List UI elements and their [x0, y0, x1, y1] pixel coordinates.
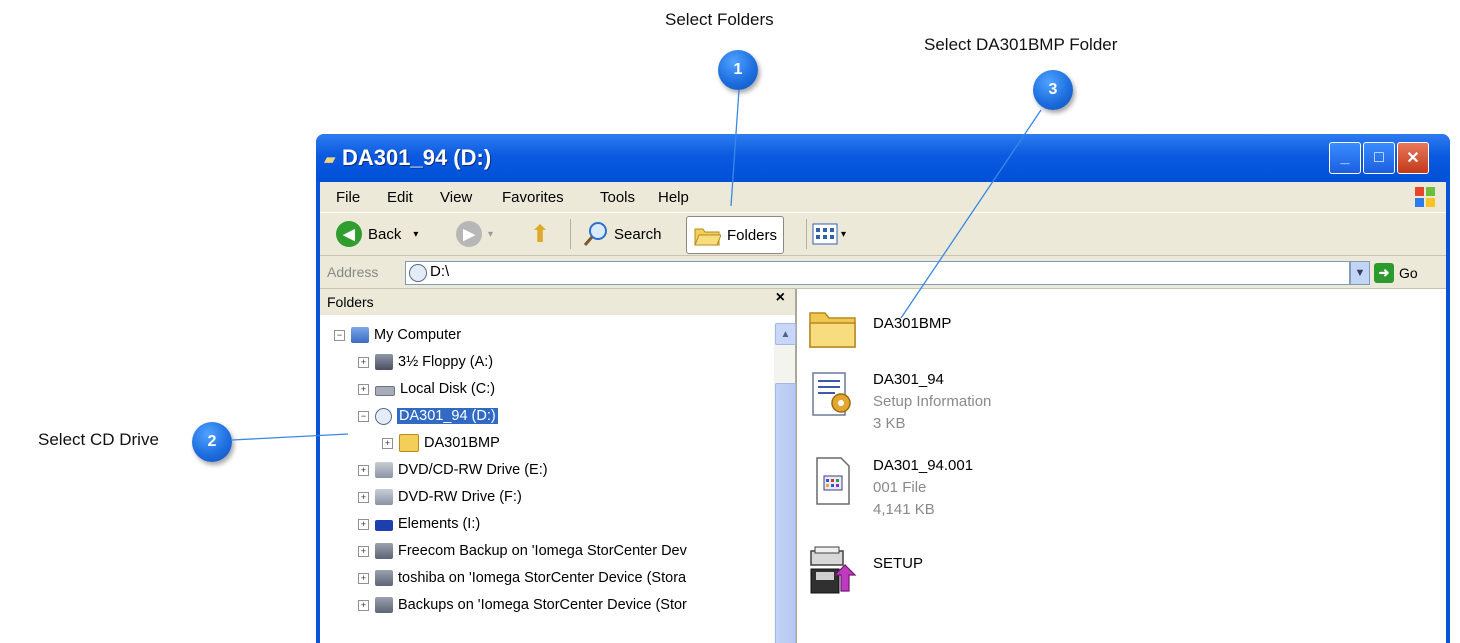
callout-leader-line-2: [231, 433, 349, 441]
callout-leader-line-3: [900, 109, 1042, 319]
callout-leader-line-1: [730, 89, 740, 207]
callout-leader-lines: [231, 89, 1042, 441]
